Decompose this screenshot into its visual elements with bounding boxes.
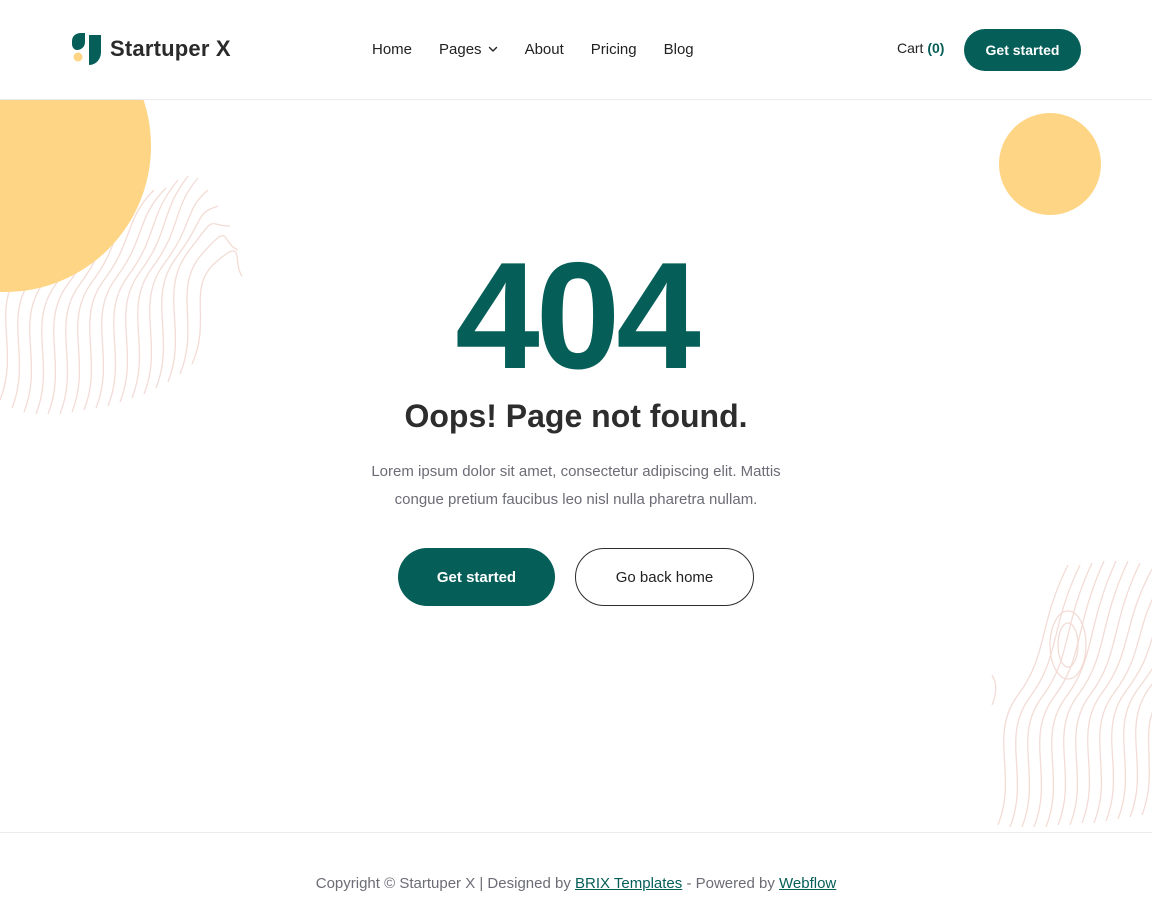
go-back-home-button[interactable]: Go back home [575, 548, 754, 606]
error-title: Oops! Page not found. [404, 398, 748, 434]
error-code: 404 [455, 231, 701, 401]
main-nav: Home Pages About Pricing Blog [372, 38, 721, 60]
nav-item-home[interactable]: Home [372, 41, 412, 58]
brix-templates-link[interactable]: BRIX Templates [575, 875, 682, 892]
webflow-link[interactable]: Webflow [779, 875, 836, 892]
header-get-started-button[interactable]: Get started [964, 29, 1081, 71]
wavy-lines-right-decoration [991, 560, 1152, 828]
nav-item-label: About [524, 40, 564, 58]
powered-by-text: - Powered by [682, 875, 779, 892]
site-header: Startuper X Home Pages About Pricing Blo… [0, 0, 1152, 100]
site-footer: Copyright © Startuper X | Designed by BR… [0, 832, 1152, 924]
get-started-button[interactable]: Get started [398, 548, 555, 606]
nav-item-pages[interactable]: Pages [439, 41, 498, 58]
page: Startuper X Home Pages About Pricing Blo… [0, 0, 1152, 924]
nav-item-pricing[interactable]: Pricing [591, 41, 637, 58]
brand-name: Startuper X [110, 36, 231, 61]
yellow-circle-small-decoration [999, 113, 1101, 215]
nav-item-label: Blog [663, 40, 694, 58]
copyright-text: Copyright © Startuper X | Designed by BR… [0, 875, 1152, 892]
nav-item-label: Home [372, 40, 413, 58]
logo-link[interactable]: Startuper X [70, 32, 231, 66]
nav-item-label: Pricing [590, 40, 637, 58]
cart-count: (0) [927, 40, 945, 56]
error-description: Lorem ipsum dolor sit amet, consectetur … [371, 463, 781, 508]
logo-icon [70, 32, 102, 66]
cart-label: Cart [897, 40, 924, 56]
cart-link[interactable]: Cart (0) [897, 40, 944, 56]
copyright-prefix: Copyright © Startuper X | Designed by [315, 875, 571, 892]
chevron-down-icon [488, 46, 497, 52]
nav-item-blog[interactable]: Blog [664, 41, 694, 58]
nav-item-about[interactable]: About [525, 41, 564, 58]
nav-item-label: Pages [439, 40, 482, 58]
